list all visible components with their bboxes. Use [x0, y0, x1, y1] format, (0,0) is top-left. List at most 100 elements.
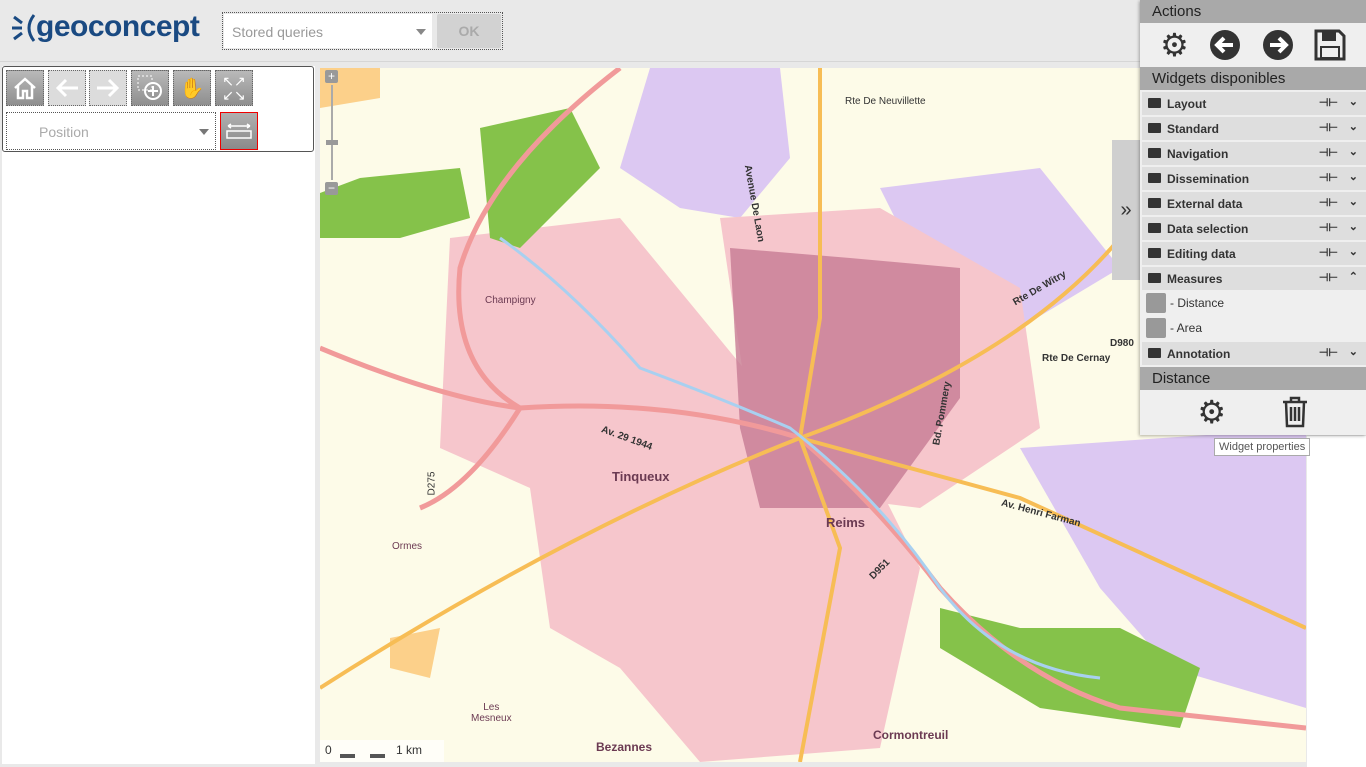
pin-icon[interactable]: ⊣⊢ — [1319, 271, 1338, 284]
map-toolbar: ✋ ↖↗ ↙↘ Position — [2, 66, 314, 152]
folder-icon — [1148, 223, 1161, 233]
widget-item-distance[interactable]: - Distance — [1140, 290, 1366, 315]
zoom-box-icon — [137, 75, 162, 100]
zoom-out-button[interactable]: − — [325, 182, 338, 195]
save-floppy-icon[interactable] — [1314, 29, 1346, 61]
pin-icon[interactable]: ⊣⊢ — [1319, 196, 1338, 209]
map-label-d275: D275 — [426, 471, 438, 496]
forward-arrow-icon — [97, 78, 120, 98]
chevron-down-icon[interactable]: ⌄ — [1349, 245, 1358, 258]
chevron-down-icon[interactable]: ⌄ — [1349, 145, 1358, 158]
zoom-slider[interactable] — [326, 85, 338, 180]
widget-group-standard[interactable]: Standard ⊣⊢ ⌄ — [1142, 117, 1366, 140]
group-label: Dissemination — [1167, 172, 1250, 186]
pin-icon[interactable]: ⊣⊢ — [1319, 146, 1338, 159]
stored-queries-placeholder: Stored queries — [232, 24, 324, 40]
widget-properties-gear-icon[interactable]: ⚙ — [1197, 393, 1226, 431]
map-area-orange — [390, 628, 440, 678]
position-placeholder: Position — [39, 124, 89, 140]
widget-group-navigation[interactable]: Navigation ⊣⊢ ⌄ — [1142, 142, 1366, 165]
group-label: Layout — [1167, 97, 1207, 111]
widget-group-editing-data[interactable]: Editing data ⊣⊢ ⌄ — [1142, 242, 1366, 265]
map-label-reims: Reims — [826, 515, 866, 530]
group-label: Measures — [1167, 272, 1223, 286]
chevron-down-icon[interactable]: ⌄ — [1349, 120, 1358, 133]
stored-queries-select[interactable]: Stored queries — [224, 14, 432, 48]
ok-button[interactable]: OK — [437, 14, 501, 48]
next-extent-button[interactable] — [89, 70, 127, 106]
chevron-down-icon[interactable]: ⌄ — [1349, 220, 1358, 233]
group-label: Annotation — [1167, 347, 1231, 361]
tooltip: Widget properties — [1214, 438, 1311, 456]
folder-icon — [1148, 348, 1161, 358]
pan-hand-icon: ✋ — [179, 77, 205, 100]
pin-icon[interactable]: ⊣⊢ — [1319, 171, 1338, 184]
settings-gears-icon[interactable]: ⚙ — [1160, 26, 1189, 64]
undo-circle-icon[interactable] — [1209, 29, 1241, 61]
group-label: Editing data — [1167, 247, 1236, 261]
chevron-down-icon[interactable]: ⌄ — [1349, 170, 1358, 183]
widgets-panel: Actions ⚙ Widgets disponibles Layout ⊣⊢ ⌄ … — [1140, 0, 1366, 435]
folder-icon — [1148, 98, 1161, 108]
map-label-ormes: Ormes — [392, 541, 422, 552]
scale-segment — [340, 754, 355, 758]
full-extent-icon: ↖↗ ↙↘ — [222, 73, 246, 103]
zoom-in-button[interactable]: + — [325, 70, 338, 83]
scale-zero: 0 — [325, 743, 332, 757]
zoom-box-button[interactable] — [131, 70, 169, 106]
map-area-industrial — [620, 68, 790, 218]
chevron-down-icon[interactable]: ⌄ — [1349, 195, 1358, 208]
distance-header: Distance — [1140, 367, 1366, 390]
group-label: Standard — [1167, 122, 1220, 136]
map-label-rte-neuvillette: Rte De Neuvillette — [845, 96, 926, 107]
map-label-bezannes: Bezannes — [596, 740, 653, 754]
widget-group-dissemination[interactable]: Dissemination ⊣⊢ ⌄ — [1142, 167, 1366, 190]
pin-icon[interactable]: ⊣⊢ — [1319, 246, 1338, 259]
folder-icon — [1148, 123, 1161, 133]
pan-button[interactable]: ✋ — [173, 70, 211, 106]
folder-icon — [1148, 248, 1161, 258]
widget-group-external-data[interactable]: External data ⊣⊢ ⌄ — [1142, 192, 1366, 215]
pin-icon[interactable]: ⊣⊢ — [1319, 96, 1338, 109]
actions-row: ⚙ — [1140, 23, 1366, 67]
map-area-forest — [320, 168, 470, 238]
back-arrow-icon — [55, 78, 78, 98]
dropdown-arrow-icon — [199, 129, 209, 140]
map-label-rte-cernay: Rte De Cernay — [1042, 353, 1111, 364]
stored-queries-form: Stored queries OK — [222, 12, 503, 50]
map-label-d980: D980 — [1110, 338, 1134, 349]
folder-icon — [1148, 173, 1161, 183]
map-label-champigny: Champigny — [485, 295, 536, 306]
widget-group-data-selection[interactable]: Data selection ⊣⊢ ⌄ — [1142, 217, 1366, 240]
full-extent-button[interactable]: ↖↗ ↙↘ — [215, 70, 253, 106]
area-icon — [1146, 318, 1166, 338]
widget-group-measures[interactable]: Measures ⊣⊢ ⌃ — [1142, 267, 1366, 290]
group-label: Navigation — [1167, 147, 1229, 161]
chevron-down-icon[interactable]: ⌄ — [1349, 95, 1358, 108]
previous-extent-button[interactable] — [48, 70, 86, 106]
actions-header: Actions — [1140, 0, 1366, 23]
pin-icon[interactable]: ⊣⊢ — [1319, 346, 1338, 359]
group-label: External data — [1167, 197, 1243, 211]
folder-icon — [1148, 198, 1161, 208]
widget-group-annotation[interactable]: Annotation ⊣⊢ ⌄ — [1142, 342, 1366, 365]
zoom-control: + − — [325, 70, 339, 195]
chevron-down-icon[interactable]: ⌄ — [1349, 345, 1358, 358]
trash-icon[interactable] — [1281, 396, 1309, 428]
measure-distance-button[interactable] — [220, 112, 258, 150]
logo: Geoconcept — [12, 10, 200, 44]
zoom-slider-handle[interactable] — [326, 140, 338, 145]
widget-group-layout[interactable]: Layout ⊣⊢ ⌄ — [1142, 92, 1366, 115]
pin-icon[interactable]: ⊣⊢ — [1319, 121, 1338, 134]
ruler-icon — [1146, 293, 1166, 313]
widget-item-area[interactable]: - Area — [1140, 315, 1366, 340]
home-button[interactable] — [6, 70, 44, 106]
widget-item-label: - Area — [1170, 321, 1203, 335]
redo-circle-icon[interactable] — [1262, 29, 1294, 61]
pin-icon[interactable]: ⊣⊢ — [1319, 221, 1338, 234]
left-panel: ✋ ↖↗ ↙↘ Position — [2, 66, 315, 764]
chevron-up-icon[interactable]: ⌃ — [1349, 270, 1358, 283]
right-strip — [1307, 436, 1366, 767]
collapse-panel-tab[interactable]: » — [1112, 140, 1140, 280]
position-select[interactable]: Position — [6, 112, 216, 150]
